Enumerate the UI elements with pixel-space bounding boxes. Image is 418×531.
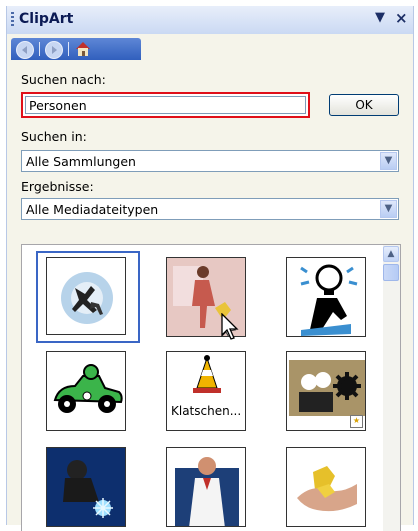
clipart-task-pane: ClipArt ▼ × Suchen nach: OK Suchen in: A… xyxy=(6,6,414,531)
clip-thumbnail[interactable] xyxy=(46,447,126,527)
doctor-icon xyxy=(167,448,245,526)
scroll-up-arrow-icon[interactable]: ▲ xyxy=(383,246,399,262)
clip-thumbnail[interactable] xyxy=(166,447,246,527)
navigation-bar xyxy=(11,38,141,60)
star-badge-icon: ★ xyxy=(350,415,363,428)
task-pane-title: ClipArt xyxy=(19,11,74,27)
back-arrow-icon[interactable] xyxy=(16,41,34,59)
chevron-down-icon[interactable]: ▼ xyxy=(380,200,397,218)
collections-select-value: Alle Sammlungen xyxy=(26,154,136,169)
forward-arrow-icon[interactable] xyxy=(45,41,63,59)
ok-button[interactable]: OK xyxy=(329,94,399,116)
media-types-select-value: Alle Mediadateitypen xyxy=(26,202,159,217)
clip-thumbnail[interactable] xyxy=(46,257,126,335)
task-pane-titlebar: ClipArt ▼ × xyxy=(7,6,413,34)
pane-options-dropdown-icon[interactable]: ▼ xyxy=(375,10,385,25)
search-input[interactable] xyxy=(25,96,306,114)
home-icon[interactable] xyxy=(73,40,93,58)
chevron-down-icon[interactable]: ▼ xyxy=(380,152,397,170)
nav-separator xyxy=(68,42,69,56)
vertical-scrollbar[interactable]: ▲ xyxy=(383,245,400,531)
traffic-cone-figure-icon xyxy=(193,355,221,393)
lightbulb-thinker-icon xyxy=(300,264,358,336)
welder-icon xyxy=(47,448,125,526)
search-in-label: Suchen in: xyxy=(21,129,87,144)
clip-thumbnail[interactable] xyxy=(286,257,366,337)
close-icon[interactable]: × xyxy=(395,9,408,27)
results-gallery: Klatschen... ★ ▲ xyxy=(21,244,401,531)
hands-puzzle-icon xyxy=(287,448,365,526)
search-label: Suchen nach: xyxy=(21,72,106,87)
race-car-driver-icon xyxy=(53,364,123,413)
scroll-thumb[interactable] xyxy=(383,264,399,281)
media-types-select[interactable]: Alle Mediadateitypen ▼ xyxy=(21,198,399,220)
clip-thumbnail[interactable] xyxy=(46,351,126,431)
clip-thumbnail[interactable]: ★ xyxy=(286,351,366,431)
mouse-cursor-icon xyxy=(221,313,239,340)
collections-select[interactable]: Alle Sammlungen ▼ xyxy=(21,150,399,172)
nav-separator xyxy=(39,42,40,56)
runners-gears-icon xyxy=(61,272,113,324)
clip-thumbnail[interactable]: Klatschen... xyxy=(166,351,246,431)
clip-thumbnail[interactable] xyxy=(286,447,366,527)
drag-grip[interactable] xyxy=(11,12,14,28)
clip-caption: Klatschen... xyxy=(171,404,242,418)
results-label: Ergebnisse: xyxy=(21,179,94,194)
search-field-highlight xyxy=(21,92,310,118)
